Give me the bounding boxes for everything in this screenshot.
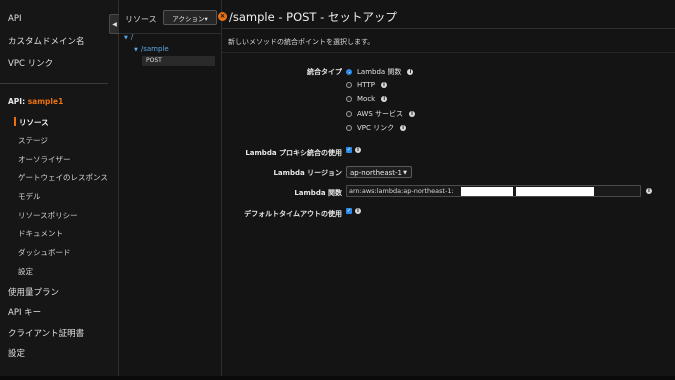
left-navigation: API カスタムドメイン名 VPC リンク API: sample1 リソース … xyxy=(0,0,120,376)
page-title: /sample - POST - セットアップ xyxy=(229,10,397,24)
lambda-function-label: Lambda 関数 xyxy=(294,189,342,197)
nav-item-usage-plans[interactable]: 使用量プラン xyxy=(8,286,59,298)
integration-type-label: 統合タイプ xyxy=(307,68,342,76)
nav-item-api-settings[interactable]: 設定 xyxy=(18,266,33,277)
divider xyxy=(222,52,675,53)
api-label: API: sample1 xyxy=(8,97,63,106)
close-icon[interactable]: × xyxy=(218,12,227,21)
nav-divider xyxy=(0,83,108,84)
radio-button[interactable] xyxy=(346,96,352,102)
radio-button[interactable] xyxy=(346,111,352,117)
proxy-integration-label: Lambda プロキシ統合の使用 xyxy=(245,149,342,157)
redacted-region xyxy=(461,187,513,196)
page-subtitle: 新しいメソッドの統合ポイントを選択します。 xyxy=(228,38,375,46)
nav-item-settings[interactable]: 設定 xyxy=(8,347,25,359)
tree-node-root[interactable]: ▼ / xyxy=(124,33,133,41)
nav-item-api-keys[interactable]: API キー xyxy=(8,306,41,318)
info-icon[interactable]: i xyxy=(355,208,361,214)
tree-node-sample-label: /sample xyxy=(140,45,169,53)
caret-down-icon: ▼ xyxy=(134,47,138,53)
info-icon[interactable]: i xyxy=(381,96,388,102)
default-timeout-label: デフォルトタイムアウトの使用 xyxy=(244,210,342,218)
radio-mock[interactable]: Mock i xyxy=(346,95,388,103)
radio-vpc-link[interactable]: VPC リンク i xyxy=(346,123,407,133)
actions-dropdown-button[interactable]: アクション▾ xyxy=(163,10,217,25)
api-name[interactable]: sample1 xyxy=(28,97,64,106)
default-timeout-checkbox[interactable]: ✓ xyxy=(346,208,352,214)
nav-item-gateway-responses[interactable]: ゲートウェイのレスポンス xyxy=(18,172,108,183)
info-icon[interactable]: i xyxy=(380,82,387,88)
api-prefix: API: xyxy=(8,97,28,106)
info-icon[interactable]: i xyxy=(355,147,361,153)
active-indicator xyxy=(14,117,16,126)
radio-button[interactable] xyxy=(346,125,352,131)
main-header: /sample - POST - セットアップ xyxy=(222,0,675,29)
nav-item-api[interactable]: API xyxy=(8,14,21,24)
nav-item-client-certificates[interactable]: クライアント証明書 xyxy=(8,327,84,339)
info-icon[interactable]: i xyxy=(646,188,652,194)
radio-lambda-function[interactable]: Lambda 関数 i xyxy=(346,67,414,77)
nav-item-vpc-link[interactable]: VPC リンク xyxy=(8,57,53,69)
resource-tree-title: リソース xyxy=(125,15,157,24)
nav-item-custom-domain[interactable]: カスタムドメイン名 xyxy=(8,35,85,47)
nav-item-dashboard[interactable]: ダッシュボード xyxy=(18,247,71,258)
lambda-function-value: arn:aws:lambda:ap-northeast-1: xyxy=(349,187,454,195)
tree-node-root-label: / xyxy=(130,33,134,41)
nav-item-documentation[interactable]: ドキュメント xyxy=(18,228,63,239)
radio-button[interactable] xyxy=(346,69,352,75)
info-icon[interactable]: i xyxy=(407,69,414,75)
lambda-region-value: ap-northeast-1 xyxy=(350,169,403,177)
caret-down-icon: ▼ xyxy=(124,35,128,41)
nav-item-authorizers[interactable]: オーソライザー xyxy=(18,154,71,165)
proxy-integration-checkbox[interactable]: ✓ xyxy=(346,147,352,153)
info-icon[interactable]: i xyxy=(409,111,415,117)
radio-http[interactable]: HTTP i xyxy=(346,81,387,89)
radio-label: Lambda 関数 xyxy=(357,68,402,76)
info-icon[interactable]: i xyxy=(400,125,407,131)
nav-item-stages[interactable]: ステージ xyxy=(18,135,48,146)
radio-aws-service[interactable]: AWS サービス i xyxy=(346,109,415,119)
chevron-down-icon: ▼ xyxy=(403,170,407,176)
lambda-region-select[interactable]: ap-northeast-1 ▼ xyxy=(346,166,412,178)
radio-button[interactable] xyxy=(346,82,352,88)
resource-tree-header: リソース アクション▾ xyxy=(119,0,221,34)
radio-label: VPC リンク xyxy=(357,124,395,132)
radio-label: HTTP xyxy=(357,81,375,89)
nav-item-resources[interactable]: リソース xyxy=(19,117,49,128)
nav-item-models[interactable]: モデル xyxy=(18,191,41,202)
nav-item-resource-policy[interactable]: リソースポリシー xyxy=(18,210,78,221)
lambda-region-label: Lambda リージョン xyxy=(273,169,342,177)
radio-label: AWS サービス xyxy=(357,110,403,118)
lambda-function-input[interactable]: arn:aws:lambda:ap-northeast-1: xyxy=(346,185,641,197)
method-setup-panel: /sample - POST - セットアップ × 新しいメソッドの統合ポイント… xyxy=(218,0,675,376)
chevron-left-icon: ◀ xyxy=(112,20,117,28)
bottom-edge xyxy=(0,376,675,380)
resource-tree-panel: リソース アクション▾ ▼ / ▼/sample POST xyxy=(119,0,222,376)
tree-node-sample[interactable]: ▼/sample xyxy=(134,45,169,53)
radio-label: Mock xyxy=(357,95,376,103)
redacted-region xyxy=(516,187,594,196)
tree-node-post-method[interactable]: POST xyxy=(142,56,215,66)
